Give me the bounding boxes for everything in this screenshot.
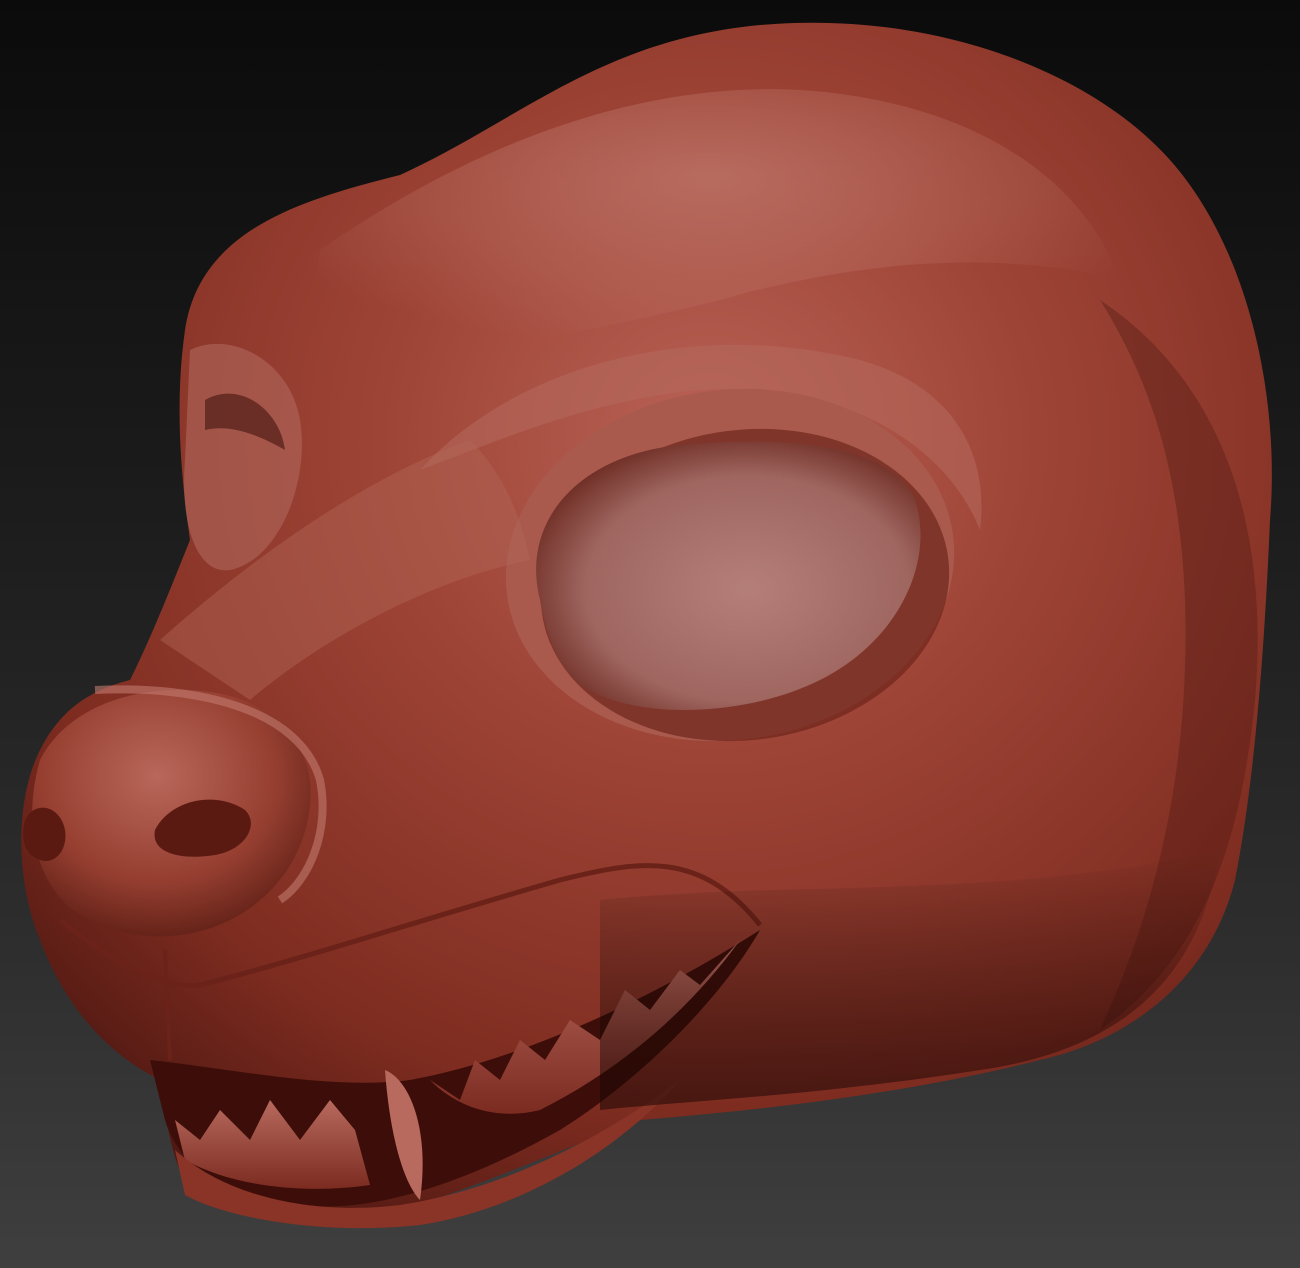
sculpt-render [21, 22, 1272, 1229]
3d-viewport[interactable] [0, 0, 1300, 1268]
